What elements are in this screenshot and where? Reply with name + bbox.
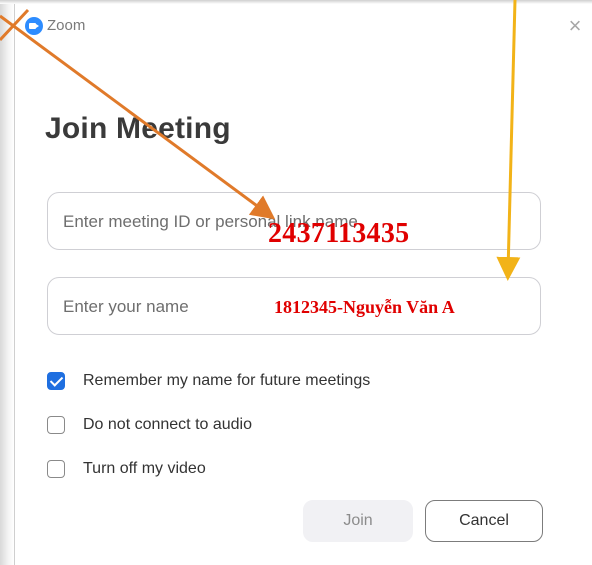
window-title: Zoom (47, 17, 86, 34)
video-off-checkbox[interactable] (47, 460, 65, 478)
remember-name-label: Remember my name for future meetings (83, 372, 371, 389)
join-button[interactable]: Join (303, 500, 413, 542)
screen: Zoom × Join Meeting Enter meeting ID or … (0, 0, 592, 565)
join-meeting-dialog: Zoom × Join Meeting Enter meeting ID or … (14, 4, 592, 565)
video-off-label: Turn off my video (83, 460, 206, 477)
zoom-logo-icon (25, 17, 43, 35)
name-annotation: 1812345-Nguyễn Văn A (274, 297, 455, 317)
window-shadow (0, 0, 14, 565)
remember-name-checkbox[interactable] (47, 372, 65, 390)
page-title: Join Meeting (45, 112, 231, 145)
cancel-button[interactable]: Cancel (425, 500, 543, 542)
no-audio-label: Do not connect to audio (83, 416, 253, 433)
close-icon[interactable]: × (563, 14, 587, 38)
meeting-id-annotation: 2437113435 (268, 218, 410, 249)
title-bar: Zoom × (15, 4, 592, 44)
no-audio-checkbox[interactable] (47, 416, 65, 434)
name-placeholder: Enter your name (63, 297, 189, 316)
